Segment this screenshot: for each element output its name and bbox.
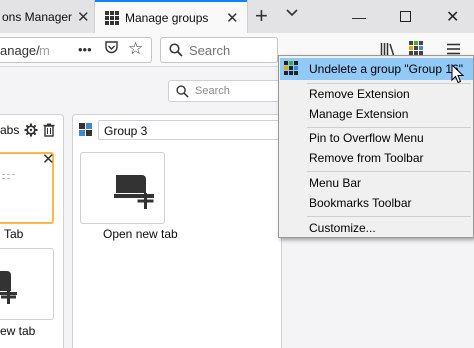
- library-icon[interactable]: [380, 42, 396, 56]
- maximize-button[interactable]: [400, 9, 411, 25]
- menu-item-remove-extension[interactable]: Remove Extension: [309, 87, 410, 101]
- url-text: anage/: [0, 43, 40, 58]
- menu-item-pin-to-overflow[interactable]: Pin to Overflow Menu: [309, 131, 424, 145]
- maximize-icon: [400, 11, 411, 22]
- new-tab-label: Open new tab: [103, 227, 178, 241]
- pocket-icon[interactable]: [104, 40, 119, 58]
- url-text-faded: m: [39, 43, 50, 58]
- new-tab-label: ew tab: [0, 324, 36, 338]
- menu-item-menu-bar[interactable]: Menu Bar: [309, 176, 361, 190]
- group-name: abs: [0, 123, 20, 137]
- new-tab-icon: [0, 271, 17, 304]
- panorama-groups-icon[interactable]: [409, 41, 424, 56]
- open-new-tab-card[interactable]: [80, 152, 165, 224]
- menu-separator: [307, 171, 471, 172]
- close-icon[interactable]: ✕: [226, 9, 239, 27]
- page-actions-button[interactable]: •••: [78, 42, 92, 57]
- search-icon: [169, 43, 183, 57]
- search-icon: [176, 85, 189, 98]
- chevron-down-icon[interactable]: [286, 8, 298, 18]
- new-tab-button[interactable]: +: [255, 3, 268, 29]
- menu-item-customize[interactable]: Customize...: [309, 221, 376, 235]
- menu-item-remove-from-toolbar[interactable]: Remove from Toolbar: [309, 151, 424, 165]
- menu-item-undelete-group[interactable]: Undelete a group "Group 16": [309, 62, 463, 76]
- group-name-input[interactable]: Group 3: [98, 120, 282, 140]
- open-new-tab-card[interactable]: [0, 248, 54, 320]
- gear-icon[interactable]: [24, 123, 38, 137]
- tab-manage-groups[interactable]: Manage groups ✕: [95, 0, 247, 33]
- search-placeholder: Search: [195, 85, 230, 97]
- grid-icon: [79, 123, 92, 136]
- trash-icon[interactable]: [43, 123, 55, 137]
- menu-item-bookmarks-toolbar[interactable]: Bookmarks Toolbar: [309, 196, 412, 210]
- mouse-cursor-icon: [451, 64, 465, 84]
- group-search-input[interactable]: Search: [168, 80, 280, 102]
- tab-addons-manager[interactable]: ons Manager ✕: [0, 0, 94, 33]
- tab-title: ons Manager: [2, 9, 73, 24]
- group-name: Group 3: [104, 124, 148, 138]
- tab-label: Tab: [4, 227, 24, 241]
- minimize-button[interactable]: —: [352, 9, 366, 25]
- menu-separator: [307, 83, 471, 84]
- page-thumbnail: [2, 174, 15, 179]
- close-tab-icon[interactable]: ✕: [42, 150, 55, 168]
- menu-item-manage-extension[interactable]: Manage Extension: [309, 107, 408, 121]
- search-placeholder: Search: [189, 43, 231, 58]
- menu-separator: [307, 127, 471, 128]
- window-close-button[interactable]: ✕: [446, 7, 459, 27]
- new-tab-icon: [114, 175, 154, 209]
- search-bar[interactable]: Search: [160, 37, 278, 63]
- hamburger-menu-icon[interactable]: [447, 43, 460, 55]
- extension-context-menu: Undelete a group "Group 16" Remove Exten…: [278, 55, 474, 238]
- grid-icon: [105, 10, 119, 25]
- panorama-groups-icon: [284, 61, 298, 75]
- menu-separator: [307, 216, 471, 217]
- bookmark-star-icon[interactable]: ☆: [128, 39, 143, 59]
- tab-title: Manage groups: [125, 10, 209, 25]
- close-icon[interactable]: ✕: [77, 8, 90, 26]
